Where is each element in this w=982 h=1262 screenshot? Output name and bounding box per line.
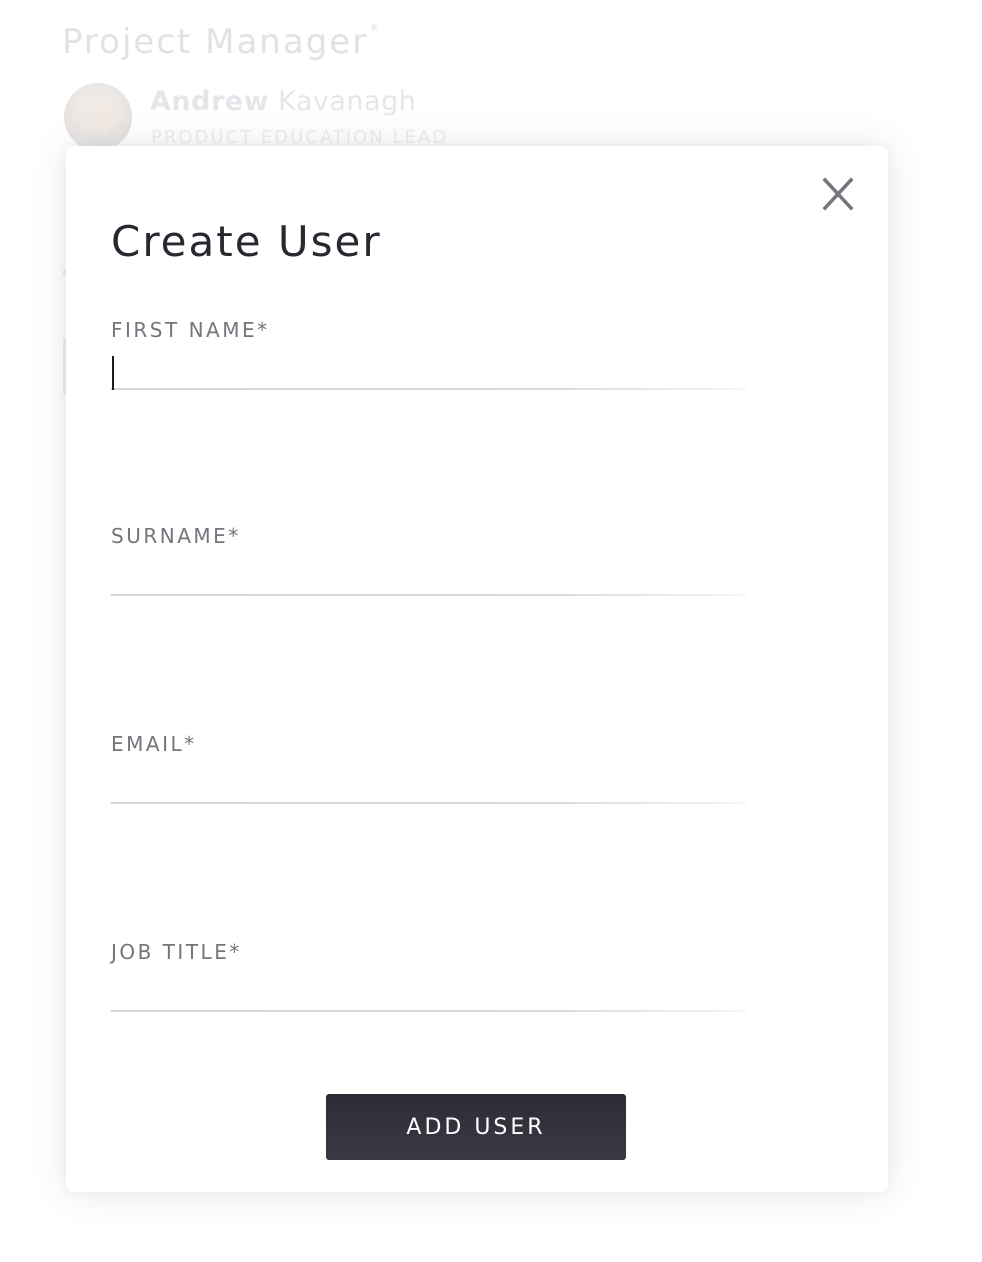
user-first-name: Andrew xyxy=(150,86,270,117)
job-title-label: JOB TITLE* xyxy=(111,940,242,964)
surname-label: SURNAME* xyxy=(111,524,241,548)
email-field: EMAIL* xyxy=(111,732,747,804)
avatar xyxy=(64,83,132,151)
user-name: Andrew Kavanagh xyxy=(150,86,416,117)
create-user-modal: Create User FIRST NAME* SURNAME* EMAIL* … xyxy=(66,146,888,1192)
first-name-underline xyxy=(111,388,747,390)
email-input[interactable] xyxy=(111,764,747,802)
email-label: EMAIL* xyxy=(111,732,197,756)
job-title-field: JOB TITLE* xyxy=(111,940,747,1012)
user-role: PRODUCT EDUCATION LEAD xyxy=(151,127,448,148)
first-name-field: FIRST NAME* xyxy=(111,318,747,390)
first-name-input[interactable] xyxy=(111,350,747,388)
text-caret xyxy=(112,356,114,390)
section-title: Project Manager * xyxy=(62,19,381,62)
surname-field: SURNAME* xyxy=(111,524,747,596)
first-name-label: FIRST NAME* xyxy=(111,318,270,342)
surname-underline xyxy=(111,594,747,596)
job-title-underline xyxy=(111,1010,747,1012)
required-mark: * xyxy=(370,19,381,39)
email-underline xyxy=(111,802,747,804)
surname-input[interactable] xyxy=(111,556,747,594)
close-button[interactable] xyxy=(818,174,858,214)
modal-title: Create User xyxy=(111,217,382,266)
section-title-text: Project Manager xyxy=(62,22,369,62)
user-last-name: Kavanagh xyxy=(278,86,417,117)
page: Project Manager * Andrew Kavanagh PRODUCT… xyxy=(0,0,982,1262)
close-icon xyxy=(822,177,854,211)
add-user-button[interactable]: ADD USER xyxy=(326,1094,626,1160)
job-title-input[interactable] xyxy=(111,972,747,1010)
